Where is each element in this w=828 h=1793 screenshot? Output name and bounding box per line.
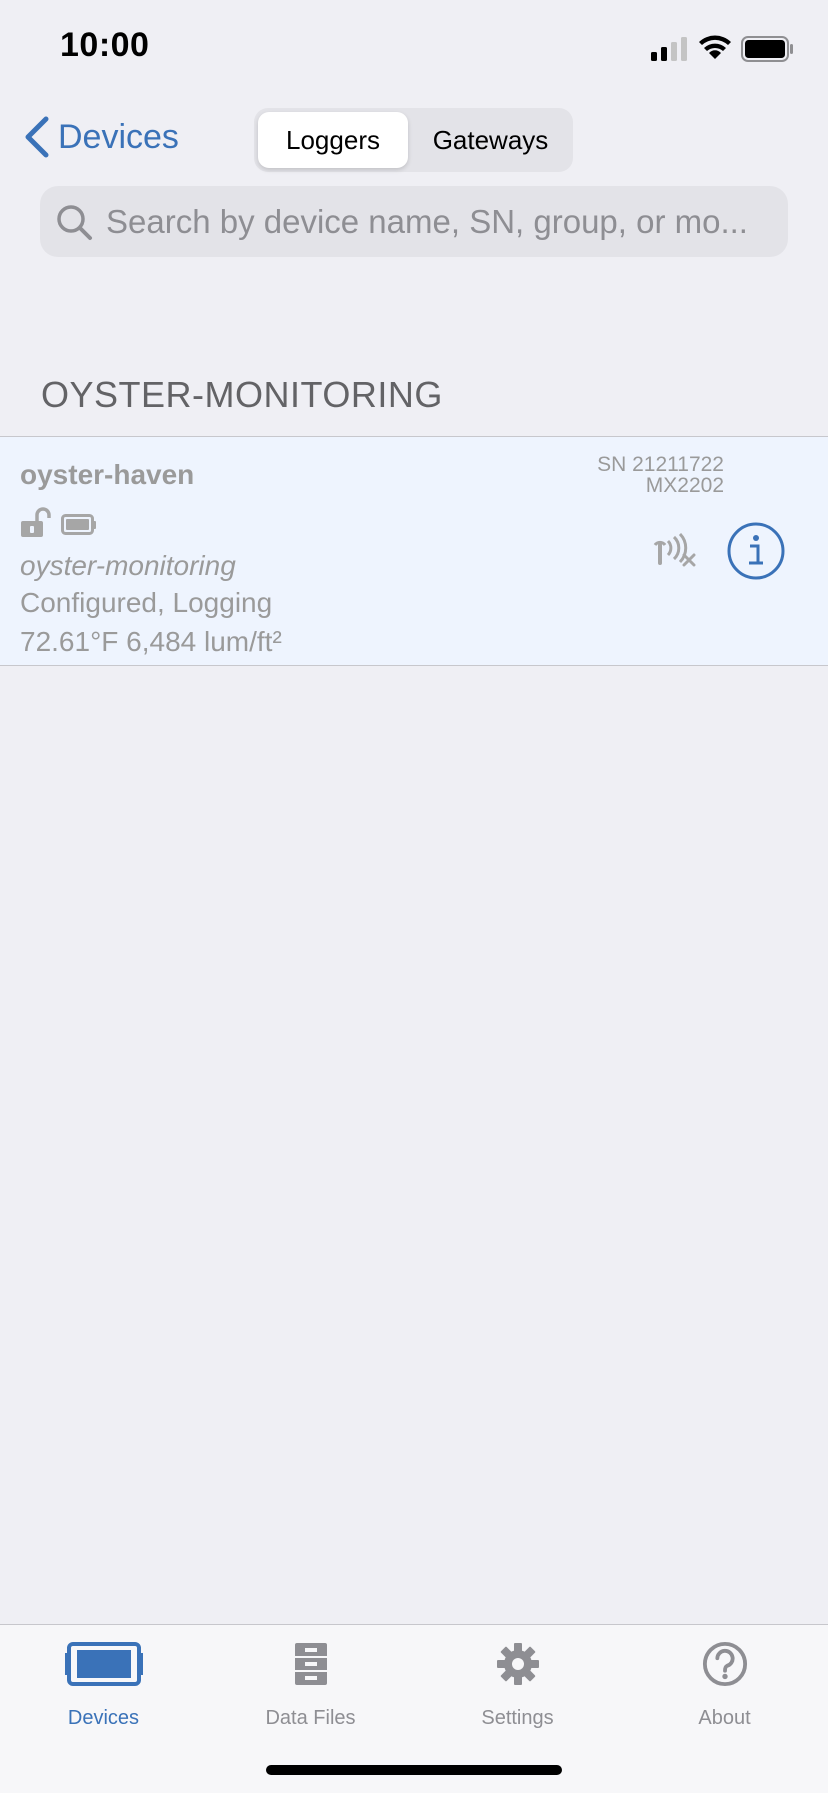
wifi-icon xyxy=(699,35,731,59)
search-icon xyxy=(57,204,92,240)
device-icon xyxy=(64,1642,143,1686)
battery-icon xyxy=(61,514,96,535)
section-header: OYSTER-MONITORING xyxy=(41,374,443,415)
tab-data-files-label: Data Files xyxy=(265,1707,356,1729)
segmented-control: Loggers Gateways xyxy=(254,108,573,172)
tab-settings[interactable]: Settings xyxy=(414,1625,621,1745)
device-status: Configured, Logging xyxy=(20,587,273,618)
file-cabinet-icon xyxy=(294,1643,327,1685)
question-icon xyxy=(702,1641,747,1687)
segment-loggers[interactable]: Loggers xyxy=(258,112,408,168)
tab-about-label: About xyxy=(698,1707,751,1729)
signal-disconnected-icon xyxy=(653,533,696,567)
tab-data-files[interactable]: Data Files xyxy=(207,1625,414,1745)
tab-devices[interactable]: Devices xyxy=(0,1625,207,1745)
segment-gateways[interactable]: Gateways xyxy=(412,112,569,168)
tab-settings-label: Settings xyxy=(481,1707,554,1729)
chevron-left-icon xyxy=(25,116,49,158)
device-row[interactable]: oyster-haven SN 21211722 MX2202 oyster-m… xyxy=(0,436,828,666)
search-bar xyxy=(40,186,788,257)
info-icon[interactable] xyxy=(726,521,786,581)
device-name: oyster-haven xyxy=(20,459,195,490)
unlocked-lock-icon xyxy=(21,507,51,537)
home-indicator xyxy=(266,1765,562,1775)
device-readings: 72.61°F 6,484 lum/ft² xyxy=(20,626,282,657)
back-button[interactable]: Devices xyxy=(22,116,179,158)
tab-about[interactable]: About xyxy=(621,1625,828,1745)
gear-icon xyxy=(496,1643,539,1685)
cell-signal-icon xyxy=(651,37,687,61)
battery-status-icon xyxy=(741,36,793,62)
back-button-label: Devices xyxy=(58,117,179,156)
device-model: MX2202 xyxy=(645,474,724,497)
status-time: 10:00 xyxy=(60,26,150,64)
device-group: oyster-monitoring xyxy=(20,550,236,581)
search-input[interactable] xyxy=(104,201,788,242)
tab-devices-label: Devices xyxy=(67,1707,140,1729)
